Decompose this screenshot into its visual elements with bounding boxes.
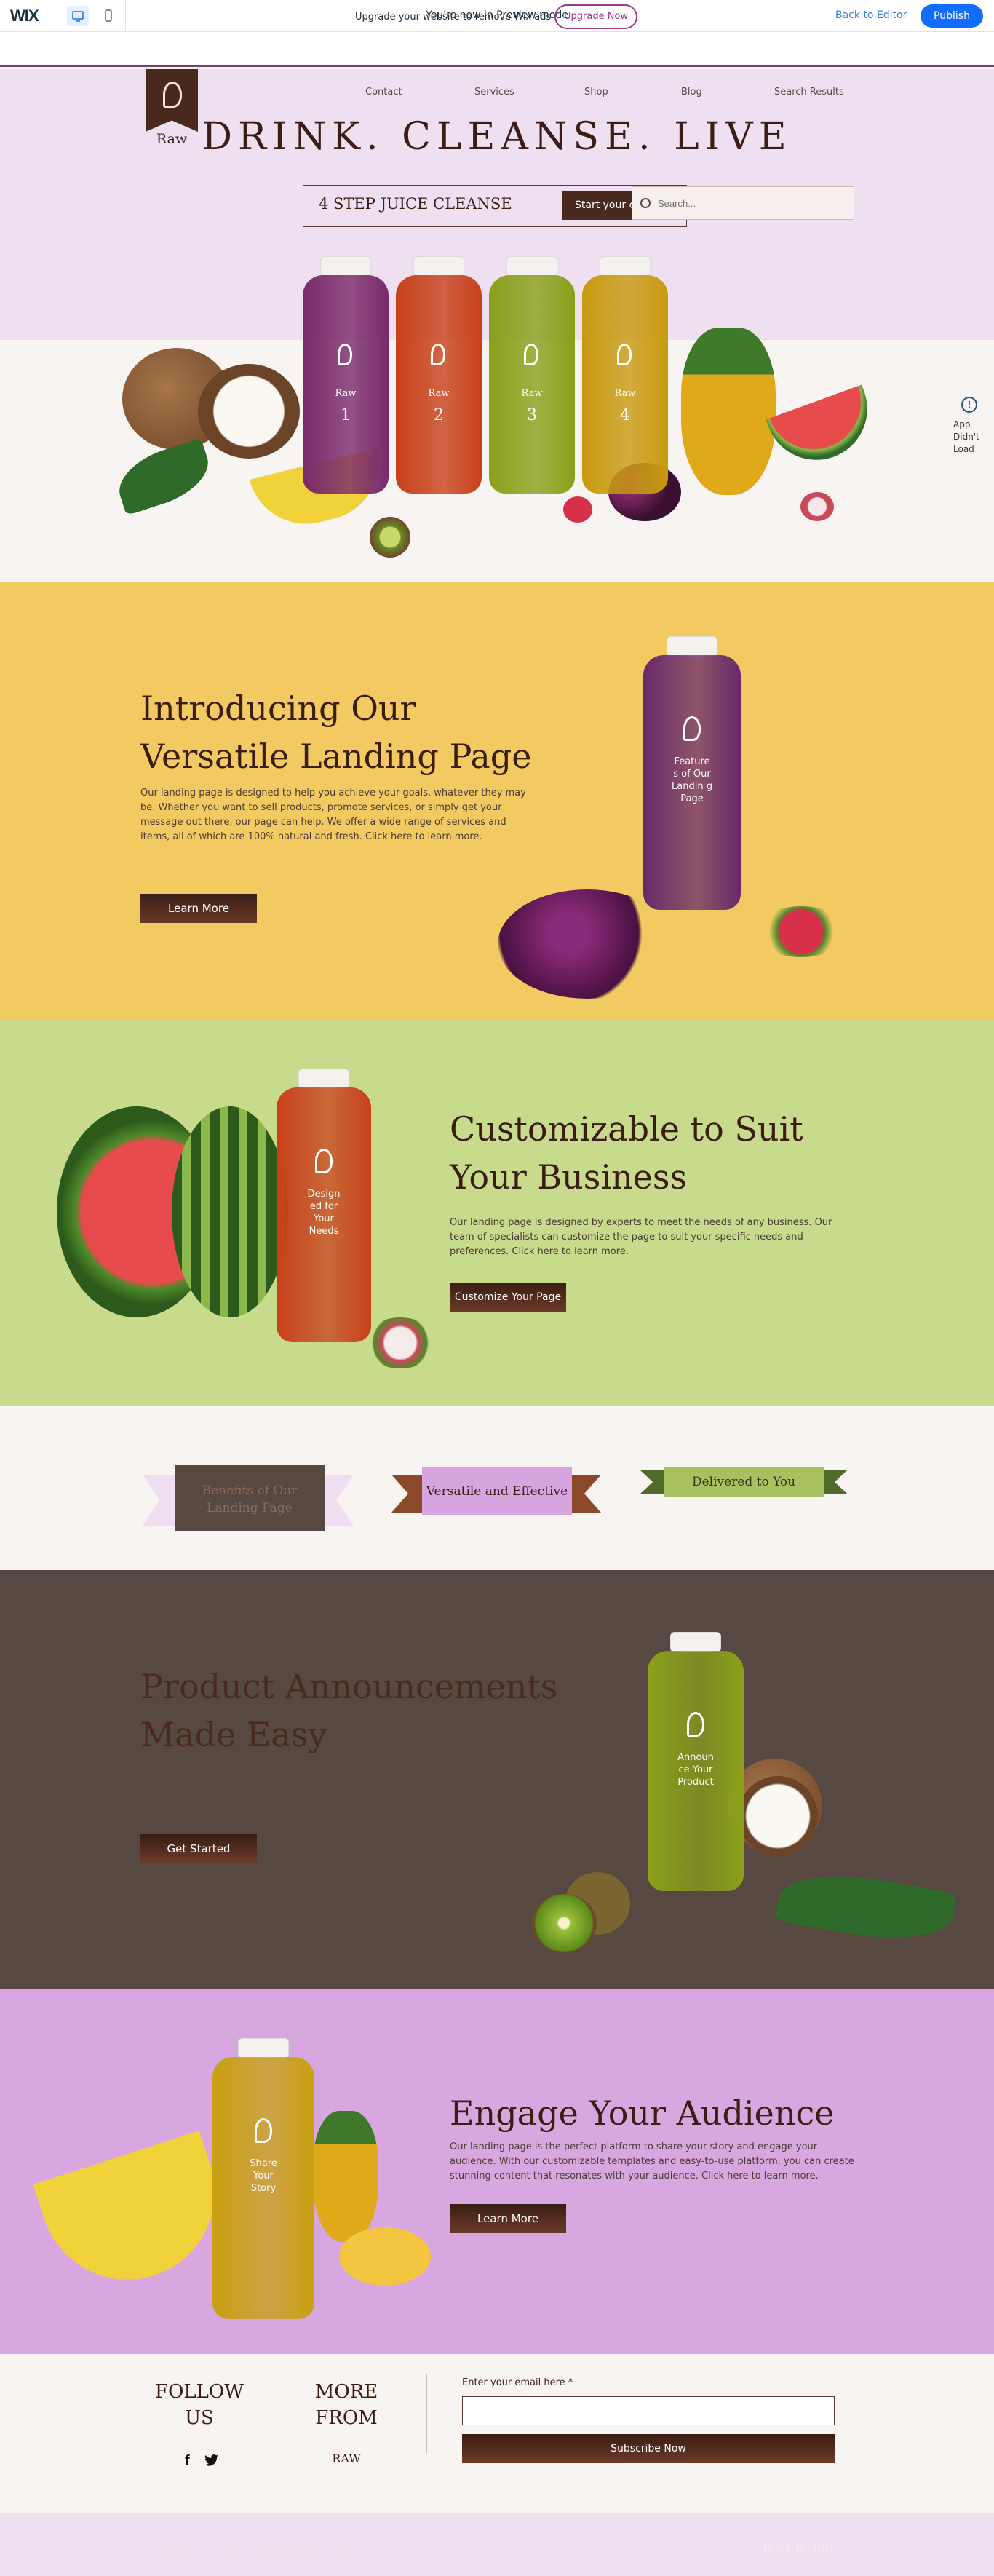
more-from-heading: MORE FROM [291, 2379, 402, 2431]
custom-body: Our landing page is designed by experts … [450, 1217, 832, 1257]
bottle-cap [413, 256, 464, 277]
logo-glyph-icon [163, 82, 182, 108]
bottle-brand: Raw [428, 388, 450, 399]
back-to-editor-link[interactable]: Back to Editor [835, 9, 907, 21]
announce-title-line2: Made Easy [140, 1715, 327, 1754]
bottle-cap [298, 1069, 349, 1089]
engage-body: Our landing page is the perfect platform… [450, 2141, 854, 2181]
engage-learn-more-button[interactable]: Learn More [450, 2204, 566, 2233]
email-input[interactable] [462, 2396, 835, 2425]
more-from-brand[interactable]: RAW [291, 2452, 402, 2465]
bottle-cap [320, 256, 371, 277]
bottle-label: Feature s of Our Landin g Page [672, 756, 712, 804]
raw-logo-icon [338, 344, 352, 365]
raw-logo-icon [524, 344, 538, 365]
learn-more-button[interactable]: Learn More [140, 894, 257, 923]
bottle-number: 3 [527, 406, 537, 424]
lychee-image [364, 1317, 437, 1368]
bottle-cap [670, 1632, 721, 1652]
footer-divider [426, 2374, 427, 2453]
engage-title: Engage Your Audience [450, 2093, 835, 2133]
bottle-cap [506, 256, 557, 277]
follow-us-heading: FOLLOW US [143, 2379, 256, 2431]
email-label: Enter your email here * [462, 2377, 573, 2388]
upgrade-banner-text: Upgrade your website to remove Wix ads [355, 12, 552, 23]
nav-search-results[interactable]: Search Results [774, 87, 844, 98]
ribbon-benefits: Benefits of Our Landing Page [175, 1465, 325, 1531]
more-line2: FROM [315, 2407, 378, 2429]
app-error-text: App Didn't Load [953, 419, 979, 454]
announce-body: Our landing page makes it easy to announ… [140, 1775, 512, 1815]
custom-title-line1: Customizable to Suit [450, 1109, 803, 1149]
follow-line2: US [185, 2407, 214, 2429]
copyright-text: © 2035 by Raw. Powered and secured by Wi… [153, 2542, 352, 2552]
raw-logo-icon [431, 344, 445, 365]
raw-logo-icon [617, 344, 632, 365]
nav-blog[interactable]: Blog [681, 87, 702, 98]
bottom-bar [0, 2513, 994, 2576]
raw-logo-icon [683, 716, 701, 741]
bottle-body [582, 275, 668, 494]
bottle-number: 4 [620, 406, 630, 424]
bottle-body [489, 275, 575, 494]
coconut-half-image [738, 1776, 818, 1856]
raspberry-image [754, 906, 848, 957]
coconut-half-image [198, 364, 300, 459]
kiwi-image [370, 517, 410, 558]
raw-logo-icon [255, 2118, 272, 2143]
follow-line1: FOLLOW [155, 2381, 244, 2403]
bottle-brand: Raw [614, 388, 636, 399]
cleanse-label: 4 STEP JUICE CLEANSE [319, 195, 512, 213]
custom-title-line2: Your Business [450, 1157, 688, 1197]
get-started-button[interactable]: Get Started [140, 1834, 257, 1863]
bottle-cap [600, 256, 651, 277]
social-icons: f [185, 2453, 219, 2469]
landing-title-line1: Introducing Our [140, 689, 416, 728]
search-input[interactable] [658, 194, 847, 213]
back-to-top-link[interactable]: Back to Top [763, 2540, 832, 2554]
bottle-label: Announ ce Your Product [677, 1752, 714, 1788]
announce-title-line1: Product Announcements [140, 1667, 558, 1706]
bottle-cap [238, 2038, 289, 2058]
bottle-cap [667, 636, 717, 657]
raw-logo-icon [687, 1712, 704, 1737]
hero-title: DRINK. CLEANSE. LIVE [202, 115, 792, 159]
nav-contact[interactable]: Contact [365, 87, 402, 98]
more-line1: MORE [314, 2381, 378, 2403]
bottle-body [303, 275, 389, 494]
watermelon-image [172, 1106, 288, 1317]
upgrade-banner [0, 32, 994, 67]
ribbon-versatile: Versatile and Effective [422, 1467, 572, 1515]
nav-services[interactable]: Services [474, 87, 514, 98]
raspberry-image [563, 496, 592, 523]
pineapple-chunks-image [339, 2227, 431, 2286]
twitter-icon[interactable] [204, 2454, 219, 2467]
publish-button[interactable]: Publish [921, 4, 983, 28]
landing-title-line2: Versatile Landing Page [140, 737, 532, 776]
bottle-number: 1 [341, 406, 351, 424]
bottle-number: 2 [434, 406, 444, 424]
bottle-body [396, 275, 482, 494]
raw-logo-icon [315, 1149, 333, 1173]
pineapple-image [313, 2111, 378, 2242]
bottle-brand: Raw [335, 388, 357, 399]
customize-page-button[interactable]: Customize Your Page [450, 1283, 566, 1312]
app-error-icon: ! [961, 397, 977, 413]
bottle-label: Design ed for Your Needs [307, 1189, 341, 1237]
subscribe-button[interactable]: Subscribe Now [462, 2434, 835, 2463]
search-icon [640, 198, 651, 208]
nav-shop[interactable]: Shop [584, 87, 608, 98]
ribbon-delivered: Delivered to You [664, 1467, 824, 1497]
upgrade-now-button[interactable]: Upgrade Now [554, 4, 637, 29]
pineapple-image [681, 328, 776, 495]
lychee-image [800, 492, 834, 521]
kiwi-half-image [531, 1894, 597, 1952]
landing-body: Our landing page is designed to help you… [140, 788, 526, 842]
facebook-icon[interactable]: f [185, 2453, 196, 2469]
bottle-brand: Raw [521, 388, 543, 399]
bottle-label: Share Your Story [250, 2158, 277, 2194]
